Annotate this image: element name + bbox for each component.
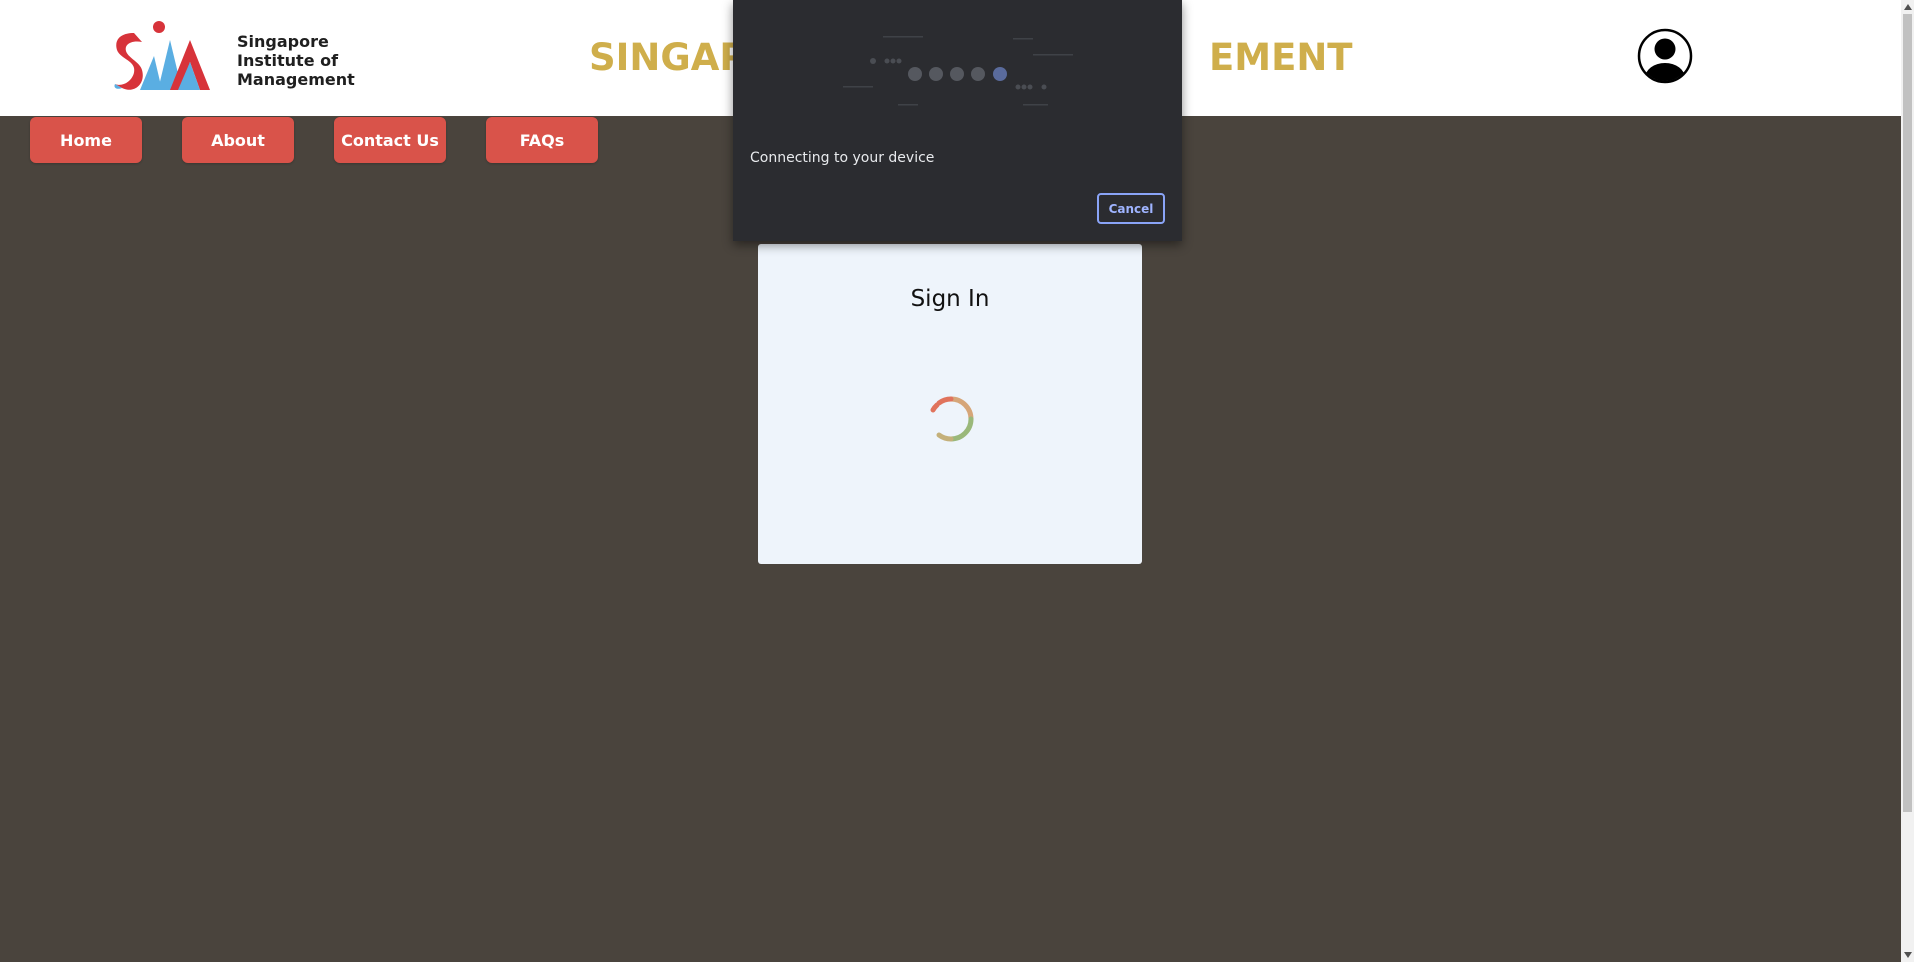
- logo-text-line-3: Management: [237, 70, 355, 89]
- signin-title: Sign In: [910, 286, 990, 312]
- device-connect-dialog: Connecting to your device Cancel: [733, 0, 1182, 241]
- cancel-button[interactable]: Cancel: [1097, 193, 1165, 224]
- scrollbar-thumb[interactable]: [1903, 14, 1912, 812]
- nav-about-button[interactable]: About: [182, 117, 294, 163]
- signin-card: Sign In: [758, 244, 1142, 564]
- logo-text-line-2: Institute of: [237, 51, 339, 70]
- nav-faqs-button[interactable]: FAQs: [486, 117, 598, 163]
- page-title-right: EMENT: [1208, 36, 1353, 79]
- loading-spinner-icon: [926, 394, 976, 444]
- scroll-up-arrow-icon[interactable]: [1903, 2, 1912, 12]
- vertical-scrollbar[interactable]: [1901, 0, 1914, 962]
- scroll-down-arrow-icon[interactable]: [1903, 950, 1912, 960]
- user-avatar-icon: [1637, 28, 1693, 84]
- nav-home-button[interactable]: Home: [30, 117, 142, 163]
- device-connect-message: Connecting to your device: [750, 150, 935, 166]
- logo-text-line-1: Singapore: [237, 32, 329, 51]
- nav-contact-button[interactable]: Contact Us: [334, 117, 446, 163]
- logo-text: Singapore Institute of Management: [237, 32, 377, 89]
- device-connecting-animation-icon: [833, 28, 1093, 110]
- profile-icon[interactable]: [1637, 28, 1693, 84]
- sim-logo-mark: [114, 21, 210, 90]
